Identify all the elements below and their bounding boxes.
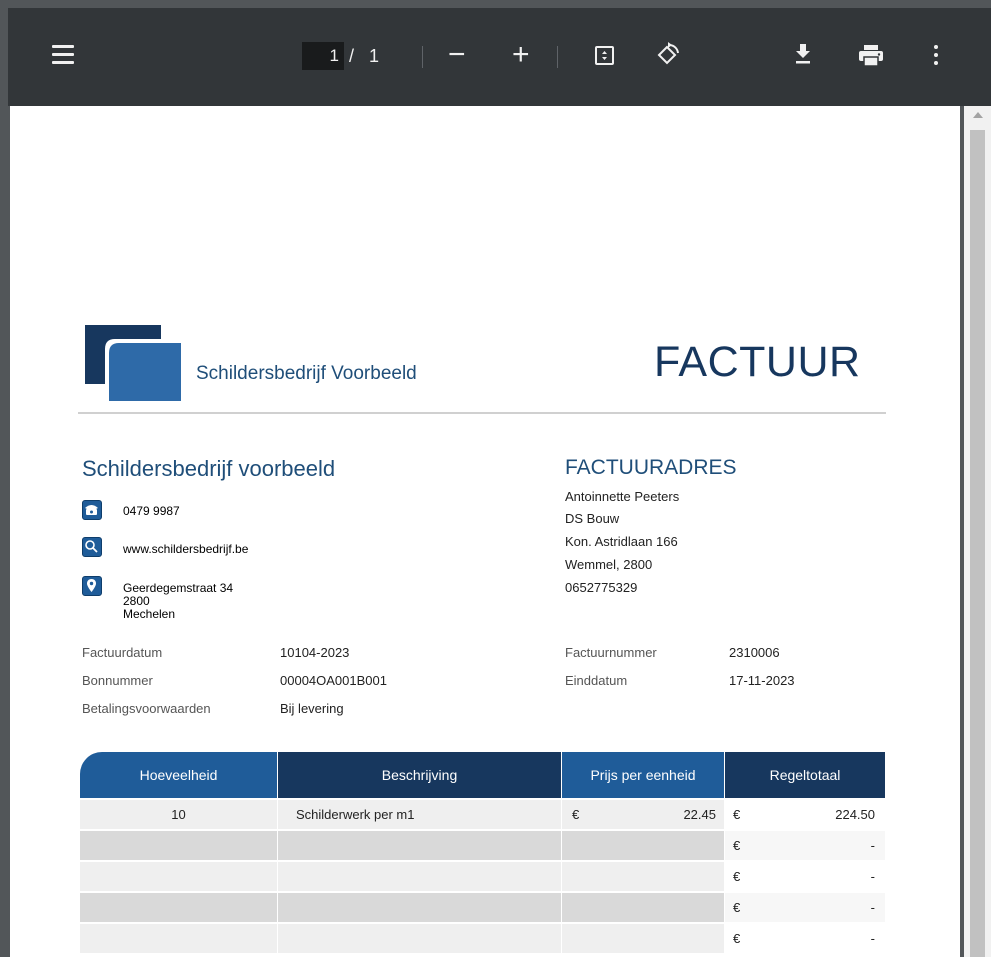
meta-label: Factuurnummer — [565, 645, 657, 660]
pdf-toolbar: 1 / 1 − + — [8, 8, 991, 106]
cell-price — [562, 893, 724, 922]
download-icon[interactable] — [793, 43, 813, 70]
header-line-total: Regeltotaal — [725, 752, 885, 798]
cell-quantity — [80, 862, 277, 891]
page-number-input[interactable]: 1 — [302, 42, 344, 70]
cell-description — [278, 924, 561, 953]
meta-label: Bonnummer — [82, 673, 153, 688]
toolbar-divider — [557, 46, 558, 68]
meta-value: 2310006 — [729, 645, 780, 660]
cell-description: Schilderwerk per m1 — [278, 800, 561, 829]
meta-value: 10104-2023 — [280, 645, 350, 660]
phone-icon — [82, 500, 102, 520]
sender-website: www.schildersbedrijf.be — [123, 542, 249, 556]
billto-line: Wemmel, 2800 — [565, 557, 653, 572]
billto-line: Antoinnette Peeters — [565, 489, 680, 504]
company-logo — [85, 325, 181, 401]
cell-total: - — [870, 869, 875, 884]
header-company-name: Schildersbedrijf Voorbeeld — [196, 363, 417, 384]
location-pin-icon — [82, 576, 102, 596]
cell-quantity — [80, 924, 277, 953]
cell-quantity — [80, 893, 277, 922]
meta-value: 00004OA001B001 — [280, 673, 387, 688]
meta-label: Betalingsvoorwaarden — [82, 701, 211, 716]
header-quantity: Hoeveelheid — [80, 752, 277, 798]
table-row: € - — [80, 862, 885, 892]
table-row: 10 Schilderwerk per m1 €22.45 €224.50 — [80, 800, 885, 830]
invoice-title: FACTUUR — [654, 338, 861, 386]
scrollbar-thumb[interactable] — [970, 130, 985, 957]
pdf-page: Schildersbedrijf Voorbeeld FACTUUR Schil… — [10, 106, 960, 957]
scroll-up-icon[interactable] — [973, 112, 983, 118]
billto-line: DS Bouw — [565, 511, 620, 526]
sender-city: Mechelen — [123, 607, 176, 621]
print-icon[interactable] — [858, 45, 884, 72]
meta-value: 17-11-2023 — [729, 673, 795, 688]
cell-price — [562, 831, 724, 860]
total-pages: 1 — [369, 46, 380, 66]
cell-description — [278, 831, 561, 860]
search-icon — [82, 537, 102, 557]
sender-phone: 0479 9987 — [123, 504, 180, 518]
current-page[interactable]: 1 — [330, 42, 344, 70]
cell-total: - — [870, 931, 875, 946]
meta-label: Factuurdatum — [82, 645, 163, 660]
cell-quantity: 10 — [80, 800, 277, 829]
cell-total: - — [870, 838, 875, 853]
meta-value: Bij levering — [280, 701, 344, 716]
more-options-icon[interactable] — [934, 45, 939, 69]
header-divider — [78, 412, 886, 414]
menu-icon[interactable] — [52, 45, 74, 64]
cell-description — [278, 893, 561, 922]
cell-total: 224.50 — [835, 807, 875, 822]
billto-line: Kon. Astridlaan 166 — [565, 534, 678, 549]
table-row: € - — [80, 831, 885, 861]
cell-price — [562, 862, 724, 891]
header-unit-price: Prijs per eenheid — [562, 752, 724, 798]
billto-line: 0652775329 — [565, 580, 638, 595]
zoom-out-button[interactable]: − — [448, 38, 466, 72]
toolbar-divider — [422, 46, 423, 68]
cell-total: - — [870, 900, 875, 915]
page-separator: / — [349, 46, 355, 66]
cell-price — [562, 924, 724, 953]
fit-page-icon[interactable] — [595, 46, 614, 65]
billto-title: FACTUURADRES — [565, 456, 737, 479]
sender-name: Schildersbedrijf voorbeeld — [82, 456, 336, 481]
cell-quantity — [80, 831, 277, 860]
table-row: € - — [80, 924, 885, 954]
vertical-scrollbar[interactable] — [964, 106, 991, 957]
cell-price: 22.45 — [683, 807, 716, 822]
cell-description — [278, 862, 561, 891]
table-row: € - — [80, 893, 885, 923]
zoom-in-button[interactable]: + — [512, 38, 530, 72]
rotate-icon[interactable] — [655, 41, 681, 72]
header-description: Beschrijving — [278, 752, 561, 798]
meta-label: Einddatum — [565, 673, 628, 688]
